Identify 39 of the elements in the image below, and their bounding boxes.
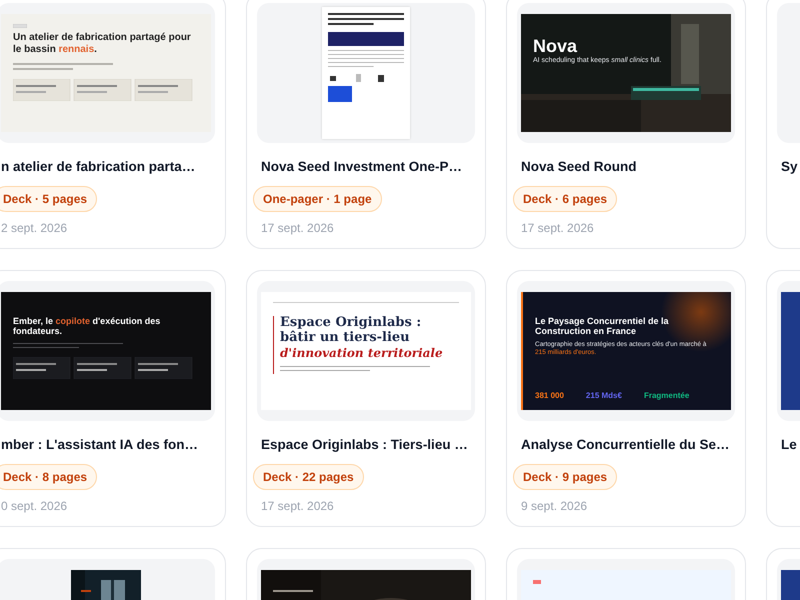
type-badge: Deck · 8 pages xyxy=(0,464,98,490)
panel-drawing xyxy=(328,86,352,102)
deck-title: Analyse Concurrentielle du Se… xyxy=(521,436,730,454)
deck-title: Nova Seed Round xyxy=(521,158,637,176)
deck-date: 17 sept. 2026 xyxy=(260,498,335,514)
deck-card[interactable]: Ember, le copilote d'exécution des fondateurs. mber : L'assistant IA des fon… Deck · 8 pages 0 sept. 2026 xyxy=(0,270,226,527)
deck-title: Le xyxy=(781,436,797,454)
slide-headline: Le Paysage Concurrentiel de la Construction en France xyxy=(535,316,670,337)
deck-title: Nova Seed Investment One-P… xyxy=(261,158,462,176)
deck-card[interactable]: Le xyxy=(766,270,800,527)
slide-headline: Ember, le copilote d'exécution des fondateurs. xyxy=(13,316,162,337)
deck-card[interactable]: Sy xyxy=(766,0,800,249)
deck-title: Espace Originlabs : Tiers-lieu … xyxy=(261,436,468,454)
deck-title: n atelier de fabrication parta… xyxy=(1,158,196,176)
type-badge: Deck · 5 pages xyxy=(0,186,98,212)
label-tag-icon xyxy=(13,24,27,28)
slide-headline: Un atelier de fabrication partagé pour le bassin rennais. xyxy=(13,32,192,55)
deck-title: Sy xyxy=(781,158,798,176)
slide-stat: 215 Mds€ xyxy=(586,391,622,400)
deck-date: 17 sept. 2026 xyxy=(520,220,595,236)
deck-date: 9 sept. 2026 xyxy=(520,498,588,514)
type-badge: Deck · 22 pages xyxy=(253,464,364,490)
deck-card[interactable] xyxy=(506,270,746,527)
logo-icon xyxy=(533,580,541,584)
slide-stat: Fragmentée xyxy=(644,391,690,400)
deck-card[interactable]: Un atelier de fabrication partagé pour le bassin rennais. n atelier de fabrication parta… Deck · 5 pages 2 sept. 2026 xyxy=(0,0,226,249)
slide-headline: Nova xyxy=(533,36,578,56)
deck-card[interactable]: Espace Originlabs : bâtir un tiers-lieu d'innovation territoriale Espace Originlabs : Tiers-lieu … Deck · 22 pages 17 sept. 2026 xyxy=(246,270,486,527)
slide-headline-accent: d'innovation territoriale xyxy=(280,346,444,360)
type-badge: Deck · 9 pages xyxy=(513,464,618,490)
deck-card[interactable]: Nova Seed Investment One-P… One-pager · 1 page 17 sept. 2026 xyxy=(246,0,486,249)
slide-headline: Espace Originlabs : bâtir un tiers-lieu xyxy=(280,316,422,346)
deck-date: 2 sept. 2026 xyxy=(0,220,68,236)
deck-title: mber : L'assistant IA des fon… xyxy=(1,436,198,454)
type-badge: Deck · 6 pages xyxy=(513,186,618,212)
deck-date: 0 sept. 2026 xyxy=(0,498,68,514)
slide-stat: 381 000 xyxy=(535,391,564,400)
type-badge: One-pager · 1 page xyxy=(253,186,382,212)
deck-date: 17 sept. 2026 xyxy=(260,220,335,236)
